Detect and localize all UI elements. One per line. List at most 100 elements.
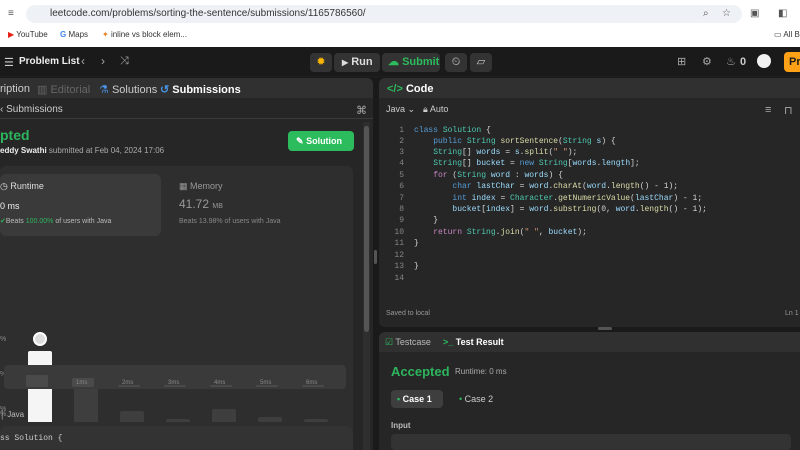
code-line[interactable]: public String sortSentence(String s) { [414, 137, 616, 146]
tune-icon[interactable]: ≡ [8, 9, 14, 19]
memory-label[interactable]: ▦ Memory [179, 181, 223, 192]
code-line[interactable]: class Solution { [414, 126, 491, 135]
folder-icon: ▭ [774, 30, 782, 39]
solution-button[interactable]: ✎ Solution [288, 131, 354, 151]
case-1-tab[interactable]: • Case 1 [391, 390, 443, 408]
line-number: 1 [399, 126, 404, 135]
next-icon[interactable]: › [101, 54, 105, 68]
runtime-beats: ✔Beats 100.00% of users with Java [0, 218, 112, 225]
star-icon[interactable]: ☆ [722, 9, 731, 19]
user-avatar-marker [33, 331, 47, 346]
bookmark-icon[interactable]: ⊓ [784, 104, 793, 117]
submit-button[interactable]: ☁ Submit [382, 53, 440, 72]
code-line[interactable]: String[] bucket = new String[words.lengt… [414, 159, 640, 168]
debug-button[interactable]: ✹ [310, 53, 332, 72]
code-header [379, 78, 800, 98]
bookmark-maps[interactable]: G Maps [60, 30, 88, 39]
timer-button[interactable]: ⏲ [445, 53, 467, 72]
code-line[interactable]: } [414, 262, 419, 271]
sidepanel-icon[interactable]: ◧ [778, 9, 787, 19]
run-button[interactable]: ▶ Run [334, 53, 380, 72]
line-number: 6 [399, 182, 404, 191]
tab-solutions[interactable]: ⚗ Solutions [99, 83, 157, 96]
splitter-handle[interactable] [374, 250, 377, 264]
code-line[interactable]: char lastChar = word.charAt(word.length(… [414, 182, 678, 191]
mini-tick-label: 2ms [122, 380, 134, 386]
left-panel: ription ▥ Editorial ⚗ Solutions ↺ Submis… [0, 78, 373, 450]
submission-meta: eddy Swathi submitted at Feb 04, 2024 17… [0, 146, 165, 155]
problem-list-link[interactable]: Problem List [19, 56, 80, 67]
lock-icon: 🔒︎ [423, 104, 428, 114]
edit-icon: ✎ [296, 136, 304, 146]
layout-icon[interactable]: ⊞ [677, 55, 686, 68]
chart-bar[interactable] [212, 408, 236, 422]
code-line[interactable]: } [414, 239, 419, 248]
book-icon: ▥ [37, 84, 48, 96]
line-number: 14 [394, 274, 404, 283]
code-line[interactable]: bucket[index] = word.substring(0, word.l… [414, 205, 707, 214]
play-icon: ▶ [342, 58, 349, 67]
avatar[interactable] [757, 54, 771, 68]
code-line[interactable]: for (String word : words) { [414, 171, 563, 180]
mini-tick-label: 6ms [306, 380, 318, 386]
splitter-handle-h[interactable] [598, 327, 612, 330]
link-icon[interactable]: ⌘ [356, 104, 367, 117]
code-preview-text: ss Solution { [0, 434, 63, 443]
runtime-label: ◷ Runtime [0, 181, 44, 191]
code-line[interactable]: String[] words = s.split(" "); [414, 148, 577, 157]
line-number: 7 [399, 194, 404, 203]
tab-test-result[interactable]: >_ Test Result [443, 337, 504, 347]
address-bar[interactable]: leetcode.com/problems/sorting-the-senten… [26, 5, 742, 23]
zoom-icon[interactable]: ⌕ [703, 9, 709, 19]
chart-bar[interactable] [166, 418, 190, 422]
browser-chrome: ≡ leetcode.com/problems/sorting-the-sent… [0, 0, 800, 47]
format-icon[interactable]: ≡ [765, 104, 771, 116]
tab-editorial[interactable]: ▥ Editorial [37, 83, 90, 96]
memory-beats: Beats 13.98% of users with Java [179, 218, 281, 225]
line-number: 13 [394, 262, 404, 271]
fire-icon[interactable]: ♨ [726, 55, 736, 68]
tab-submissions[interactable]: ↺ Submissions [160, 83, 241, 96]
terminal-icon: >_ [443, 337, 454, 347]
youtube-icon: ▶ [8, 30, 15, 39]
code-line[interactable]: int index = Character.getNumericValue(la… [414, 194, 702, 203]
chart-bar[interactable] [304, 418, 328, 422]
notes-button[interactable]: ▱ [470, 53, 492, 72]
clock-icon: ◷ [0, 181, 8, 191]
language-select[interactable]: Java ⌄ [386, 104, 415, 115]
list-icon[interactable]: ☰ [4, 56, 14, 69]
author-name[interactable]: eddy Swathi [0, 146, 47, 155]
dot-icon: • [459, 394, 463, 404]
auto-mode[interactable]: 🔒︎ Auto [423, 104, 448, 115]
case-2-tab[interactable]: • Case 2 [453, 390, 505, 408]
bookmark-youtube[interactable]: ▶ YouTube [8, 30, 48, 39]
submission-status: pted [0, 127, 30, 143]
input-box[interactable] [391, 434, 791, 450]
chart-bar[interactable] [258, 416, 282, 422]
scrollbar-thumb[interactable] [364, 126, 369, 332]
runtime-value: 0 ms [0, 201, 20, 211]
line-number: 4 [399, 159, 404, 168]
premium-button[interactable]: Pre [784, 52, 800, 72]
code-line[interactable]: } [414, 216, 438, 225]
code-line[interactable]: return String.join(" ", bucket); [414, 228, 587, 237]
line-number: 9 [399, 216, 404, 225]
extensions-icon[interactable]: ▣ [750, 9, 759, 19]
tab-description[interactable]: ription [0, 83, 30, 95]
memory-value: 41.72 MB [179, 197, 223, 211]
mini-tick-label: 4ms [214, 380, 226, 386]
dot-icon: • [397, 394, 401, 404]
settings-gear-icon[interactable]: ⚙ [702, 55, 712, 68]
prev-icon[interactable]: ‹ [81, 54, 85, 68]
tab-testcase[interactable]: ☑ Testcase [385, 337, 431, 348]
alarm-icon: ⏲ [451, 56, 461, 68]
shuffle-icon[interactable]: ⤨ [120, 55, 129, 68]
bookmark-inline-block[interactable]: ✦ inline vs block elem... [102, 30, 187, 39]
mini-tick-label: 1ms [76, 380, 88, 386]
bookmark-all[interactable]: ▭ All B [774, 30, 800, 39]
line-number: 5 [399, 171, 404, 180]
line-number: 10 [394, 228, 404, 237]
code-brackets-icon: </> [387, 83, 403, 95]
chart-bar[interactable] [120, 411, 144, 422]
google-icon: G [60, 30, 67, 39]
